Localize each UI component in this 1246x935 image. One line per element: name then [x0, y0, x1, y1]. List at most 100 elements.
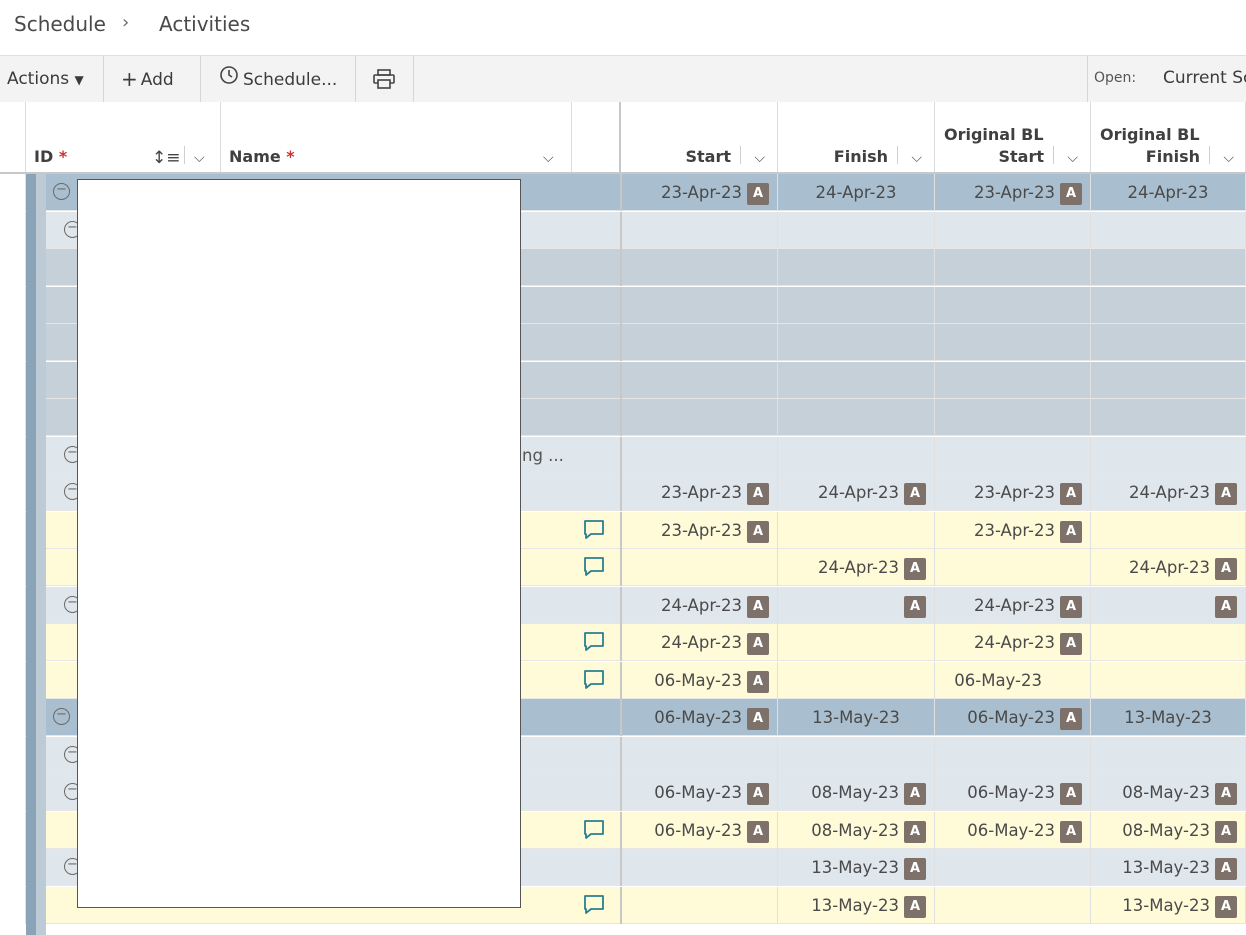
- cell-start[interactable]: 23-Apr-23 A: [621, 174, 778, 211]
- row-selector[interactable]: [0, 211, 26, 249]
- collapse-icon[interactable]: −: [53, 708, 70, 725]
- cell-bl-start[interactable]: 23-Apr-23 A: [935, 174, 1091, 211]
- column-header-name[interactable]: Name * ⌵: [221, 102, 572, 172]
- cell-bl-finish[interactable]: 08-May-23 A: [1091, 811, 1246, 849]
- row-selector[interactable]: [0, 324, 26, 361]
- cell-bl-finish[interactable]: 13-May-23 A: [1091, 849, 1246, 886]
- row-selector[interactable]: [0, 811, 26, 849]
- chevron-down-icon[interactable]: ⌵: [911, 150, 922, 166]
- row-selector[interactable]: [0, 549, 26, 586]
- cell-finish[interactable]: 24-Apr-23: [778, 174, 935, 211]
- cell-start[interactable]: 23-Apr-23 A: [621, 511, 778, 549]
- row-selector[interactable]: [0, 436, 26, 474]
- row-selector[interactable]: [0, 511, 26, 549]
- row-selector[interactable]: [0, 736, 26, 774]
- cell-bl-finish[interactable]: [1091, 436, 1246, 474]
- cell-bl-finish[interactable]: [1091, 399, 1246, 436]
- cell-start[interactable]: [621, 736, 778, 774]
- column-header-start[interactable]: Start ⌵: [621, 102, 778, 172]
- row-selector[interactable]: [0, 586, 26, 624]
- cell-bl-start[interactable]: [935, 211, 1091, 249]
- cell-start[interactable]: [621, 399, 778, 436]
- chevron-down-icon[interactable]: ⌵: [543, 150, 554, 166]
- cell-start[interactable]: [621, 211, 778, 249]
- cell-start[interactable]: [621, 286, 778, 324]
- cell-start[interactable]: [621, 436, 778, 474]
- cell-start[interactable]: [621, 249, 778, 286]
- cell-bl-start[interactable]: [935, 249, 1091, 286]
- cell-bl-finish[interactable]: [1091, 361, 1246, 399]
- cell-bl-start[interactable]: 24-Apr-23 A: [935, 586, 1091, 624]
- cell-bl-finish[interactable]: 13-May-23 A: [1091, 886, 1246, 924]
- cell-bl-finish[interactable]: [1091, 249, 1246, 286]
- cell-finish[interactable]: [778, 249, 935, 286]
- cell-bl-start[interactable]: [935, 324, 1091, 361]
- row-selector[interactable]: [0, 399, 26, 436]
- cell-bl-start[interactable]: 06-May-23: [935, 661, 1091, 699]
- cell-bl-finish[interactable]: 24-Apr-23 A: [1091, 474, 1246, 511]
- comment-icon[interactable]: [583, 819, 605, 839]
- cell-finish[interactable]: 13-May-23 A: [778, 849, 935, 886]
- cell-bl-start[interactable]: 06-May-23 A: [935, 699, 1091, 736]
- chevron-down-icon[interactable]: ⌵: [194, 150, 205, 166]
- cell-bl-start[interactable]: [935, 436, 1091, 474]
- cell-finish[interactable]: [778, 661, 935, 699]
- cell-finish[interactable]: 08-May-23 A: [778, 774, 935, 811]
- cell-start[interactable]: [621, 549, 778, 586]
- row-selector[interactable]: [0, 249, 26, 286]
- column-header-finish[interactable]: Finish ⌵: [778, 102, 935, 172]
- cell-bl-finish[interactable]: 24-Apr-23: [1091, 174, 1246, 211]
- cell-finish[interactable]: 13-May-23: [778, 699, 935, 736]
- cell-start[interactable]: [621, 849, 778, 886]
- cell-finish[interactable]: [778, 624, 935, 661]
- row-selector[interactable]: [0, 774, 26, 811]
- cell-bl-start[interactable]: [935, 361, 1091, 399]
- cell-finish[interactable]: [778, 736, 935, 774]
- row-selector[interactable]: [0, 849, 26, 886]
- cell-bl-finish[interactable]: 13-May-23: [1091, 699, 1246, 736]
- cell-bl-start[interactable]: [935, 549, 1091, 586]
- cell-bl-finish[interactable]: [1091, 211, 1246, 249]
- cell-start[interactable]: 06-May-23 A: [621, 699, 778, 736]
- cell-finish[interactable]: 24-Apr-23 A: [778, 474, 935, 511]
- cell-start[interactable]: 06-May-23 A: [621, 774, 778, 811]
- cell-bl-start[interactable]: 24-Apr-23 A: [935, 624, 1091, 661]
- row-selector[interactable]: [0, 699, 26, 736]
- cell-bl-start[interactable]: 23-Apr-23 A: [935, 511, 1091, 549]
- cell-bl-start[interactable]: [935, 886, 1091, 924]
- cell-bl-finish[interactable]: 08-May-23 A: [1091, 774, 1246, 811]
- cell-start[interactable]: [621, 361, 778, 399]
- schedule-button[interactable]: Schedule...: [201, 56, 356, 102]
- cell-bl-start[interactable]: 06-May-23 A: [935, 811, 1091, 849]
- cell-finish[interactable]: [778, 511, 935, 549]
- comment-icon[interactable]: [583, 556, 605, 576]
- row-selector[interactable]: [0, 174, 26, 211]
- row-selector[interactable]: [0, 886, 26, 924]
- actions-menu-button[interactable]: Actions ▼: [0, 56, 104, 102]
- comment-icon[interactable]: [583, 669, 605, 689]
- cell-bl-start[interactable]: [935, 399, 1091, 436]
- cell-start[interactable]: [621, 886, 778, 924]
- cell-start[interactable]: 06-May-23 A: [621, 661, 778, 699]
- cell-bl-finish[interactable]: 24-Apr-23 A: [1091, 549, 1246, 586]
- cell-bl-finish[interactable]: A: [1091, 586, 1246, 624]
- row-selector[interactable]: [0, 661, 26, 699]
- cell-bl-finish[interactable]: [1091, 661, 1246, 699]
- row-selector[interactable]: [0, 361, 26, 399]
- comment-icon[interactable]: [583, 519, 605, 539]
- cell-finish[interactable]: [778, 399, 935, 436]
- breadcrumb-schedule-link[interactable]: Schedule: [14, 12, 106, 36]
- chevron-down-icon[interactable]: ⌵: [1067, 150, 1078, 166]
- sort-icon[interactable]: ↕≡: [152, 148, 181, 168]
- column-header-original-bl-start[interactable]: Original BL Start ⌵: [935, 102, 1091, 172]
- row-selector[interactable]: [0, 624, 26, 661]
- chevron-down-icon[interactable]: ⌵: [1223, 150, 1234, 166]
- cell-bl-start[interactable]: [935, 736, 1091, 774]
- cell-bl-finish[interactable]: [1091, 286, 1246, 324]
- cell-finish[interactable]: [778, 286, 935, 324]
- cell-bl-start[interactable]: [935, 849, 1091, 886]
- cell-finish[interactable]: [778, 436, 935, 474]
- add-button[interactable]: + Add: [104, 56, 201, 102]
- chevron-down-icon[interactable]: ⌵: [754, 150, 765, 166]
- cell-bl-finish[interactable]: [1091, 624, 1246, 661]
